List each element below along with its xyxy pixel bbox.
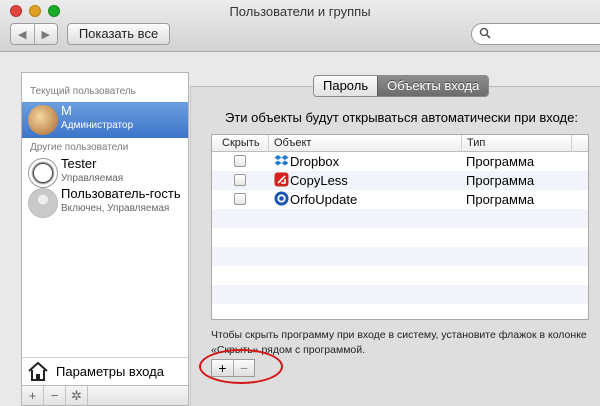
item-name: Dropbox — [290, 154, 340, 169]
preferences-window: Пользователи и группы ◀ ▶ Показать все Т… — [0, 0, 600, 406]
item-name: OrfoUpdate — [290, 192, 358, 207]
tab-password[interactable]: Пароль — [314, 76, 378, 96]
house-icon — [28, 361, 48, 381]
user-role: Администратор — [61, 120, 134, 131]
back-arrow-icon[interactable]: ◀ — [11, 24, 34, 44]
hide-checkbox[interactable] — [234, 174, 246, 186]
item-type: Программа — [466, 154, 535, 169]
orfoupdate-icon — [274, 191, 289, 206]
user-role: Включен, Управляемая — [61, 203, 170, 214]
soccer-ball-avatar-icon — [28, 158, 58, 188]
window-title: Пользователи и группы — [229, 4, 371, 19]
user-name: M — [61, 103, 72, 118]
table-header: Скрыть Объект Тип — [212, 135, 588, 152]
sidebar-user-guest[interactable]: Пользователь-гость Включен, Управляемая — [22, 185, 188, 221]
empty-row — [212, 247, 588, 266]
guest-avatar-icon — [28, 188, 58, 218]
item-name: CopyLess — [290, 173, 348, 188]
column-divider — [461, 135, 462, 152]
remove-user-button[interactable]: − — [44, 386, 66, 405]
user-role: Управляемая — [61, 173, 124, 184]
user-name: Пользователь-гость — [61, 186, 181, 201]
users-sidebar: Текущий пользователь M Администратор Дру… — [21, 72, 189, 406]
sidebar-toolbar: + − ✲ — [22, 385, 188, 405]
hide-checkbox[interactable] — [234, 193, 246, 205]
empty-row — [212, 228, 588, 247]
user-name: Tester — [61, 156, 97, 171]
item-type: Программа — [466, 173, 535, 188]
empty-row — [212, 209, 588, 228]
highlight-annotation-ring — [199, 349, 283, 384]
show-all-button[interactable]: Показать все — [67, 23, 170, 45]
login-items-heading: Эти объекты будут открываться автоматиче… — [225, 110, 578, 125]
empty-row — [212, 285, 588, 304]
title-bar: Пользователи и группы ◀ ▶ Показать все — [0, 0, 600, 52]
add-user-button[interactable]: + — [22, 386, 44, 405]
column-type[interactable]: Тип — [467, 137, 485, 149]
column-item[interactable]: Объект — [274, 137, 311, 149]
column-hide[interactable]: Скрыть — [222, 137, 260, 149]
item-type: Программа — [466, 192, 535, 207]
empty-row — [212, 304, 588, 319]
dropbox-icon — [274, 155, 289, 166]
hide-checkbox[interactable] — [234, 155, 246, 167]
other-users-header: Другие пользователи — [30, 142, 129, 153]
login-options-label: Параметры входа — [56, 364, 164, 379]
gear-icon[interactable]: ✲ — [66, 386, 88, 405]
user-avatar-icon — [28, 105, 58, 135]
tab-bar: Пароль Объекты входа — [313, 75, 490, 97]
back-forward-control: ◀ ▶ — [10, 23, 58, 45]
login-items-table: Скрыть Объект Тип Dropbox Программа Copy… — [211, 134, 589, 320]
search-field[interactable] — [471, 23, 600, 45]
copyless-icon — [274, 172, 289, 187]
table-row[interactable]: OrfoUpdate Программа — [212, 190, 588, 209]
empty-row — [212, 266, 588, 285]
sidebar-user-m[interactable]: M Администратор — [22, 102, 188, 138]
table-row[interactable]: CopyLess Программа — [212, 171, 588, 190]
search-icon — [479, 27, 491, 42]
column-divider — [571, 135, 572, 152]
table-row[interactable]: Dropbox Программа — [212, 152, 588, 171]
forward-arrow-icon[interactable]: ▶ — [33, 24, 58, 44]
tab-login-items[interactable]: Объекты входа — [377, 76, 489, 96]
login-options-item[interactable]: Параметры входа — [22, 357, 188, 383]
current-user-header: Текущий пользователь — [30, 86, 136, 97]
column-divider — [268, 135, 269, 152]
